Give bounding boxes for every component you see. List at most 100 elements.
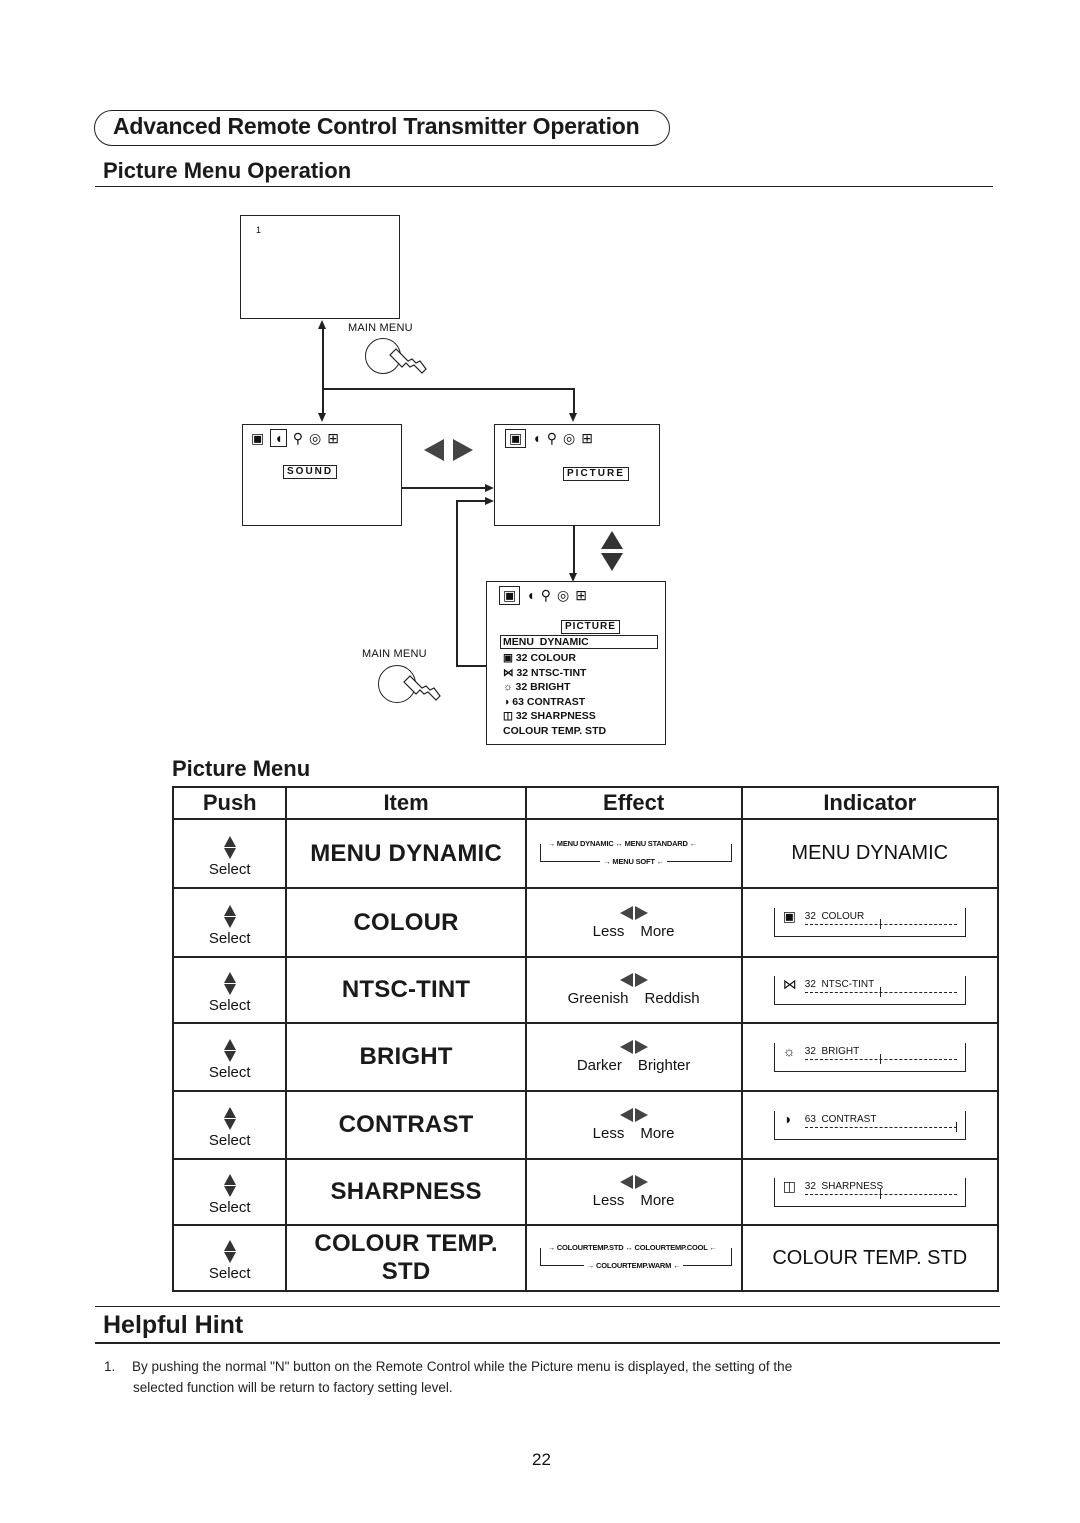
column-header-item: Item — [285, 786, 527, 820]
item-label: CONTRAST — [338, 1111, 474, 1138]
effect-cycle-diagram: → MENU DYNAMIC ↔ MENU STANDARD ← → MENU … — [534, 837, 734, 871]
sharpness-icon: ◫ — [503, 710, 513, 722]
menu-icon-row: ▣ ◖ ⚲ ◎ ⊞ — [499, 586, 593, 605]
select-label: Select — [208, 1265, 251, 1282]
indicator-text: COLOUR TEMP. STD — [772, 1246, 968, 1269]
indicator-cell: ☼ 32 BRIGHT — [740, 1022, 1000, 1092]
sound-icon: ◖ — [532, 430, 541, 446]
item-label: COLOUR TEMP. STD — [314, 1230, 498, 1285]
down-arrow-icon — [223, 1119, 236, 1130]
column-header-effect: Effect — [524, 786, 743, 820]
effect-cell: Greenish Reddish — [524, 956, 743, 1024]
setup-icon: ⚲ — [546, 430, 557, 446]
colour-icon: ▣ — [503, 652, 513, 664]
bright-icon: ☼ — [503, 681, 513, 693]
item-cell: MENU DYNAMIC — [285, 818, 527, 889]
up-arrow-icon — [223, 1107, 236, 1118]
list-item: ◑ 63 CONTRAST — [503, 695, 586, 708]
indicator-value: 32 COLOUR — [804, 911, 865, 922]
indicator-bar: ◑ 63 CONTRAST — [773, 1110, 966, 1140]
picture-menu-heading: Picture Menu — [172, 756, 311, 781]
push-cell: Select — [171, 1090, 288, 1160]
hint-top-rule — [95, 1306, 1000, 1307]
indicator-scale — [804, 1126, 957, 1128]
menu-tag-sound: SOUND — [283, 465, 338, 479]
menu-tag-picture: PICTURE — [561, 620, 620, 634]
list-item: ◫ 32 SHARPNESS — [503, 710, 596, 722]
tint-icon: ⋈ — [782, 975, 797, 992]
picture-menu-table: Push Item Effect Indicator Select MENU D… — [171, 786, 1000, 1292]
push-cell: Select — [171, 956, 288, 1024]
effect-cell: → MENU DYNAMIC ↔ MENU STANDARD ← → MENU … — [524, 818, 743, 889]
picture-icon: ▣ — [499, 586, 521, 605]
flow-line — [322, 328, 324, 416]
right-arrow-icon — [634, 973, 648, 987]
arrow-right-icon — [485, 484, 494, 492]
sound-icon: ◖ — [270, 429, 287, 447]
tv-screen-normal: 1 — [240, 215, 400, 319]
indicator-bar: ⋈ 32 NTSC-TINT — [773, 975, 966, 1005]
select-label: Select — [208, 860, 251, 878]
channel-number: 1 — [256, 225, 262, 235]
indicator-level-mark — [955, 1121, 958, 1132]
hint-line-2: selected function will be return to fact… — [133, 1380, 453, 1395]
push-cell: Select — [171, 818, 288, 889]
down-arrow-icon — [601, 553, 623, 571]
indicator-cell: COLOUR TEMP. STD — [740, 1224, 1000, 1292]
item-label: BRIGHT — [359, 1043, 453, 1070]
lock-icon: ⊞ — [581, 430, 593, 446]
setup-icon: ⚲ — [292, 430, 303, 446]
down-arrow-icon — [223, 847, 236, 859]
selected-menu-mode: MENU DYNAMIC — [500, 635, 658, 649]
push-cell: Select — [171, 1022, 288, 1092]
effect-right-label: More — [640, 1125, 675, 1142]
right-arrow-icon — [634, 1108, 648, 1122]
flow-line — [456, 500, 488, 502]
effect-right-label: More — [640, 1192, 675, 1209]
page-subheading: Picture Menu Operation — [103, 158, 352, 183]
indicator-value: 32 NTSC-TINT — [804, 978, 875, 990]
flow-line — [573, 526, 575, 576]
tv-screen-sound-menu: ▣ ◖ ⚲ ◎ ⊞ SOUND — [242, 424, 402, 526]
down-arrow-icon — [223, 984, 236, 995]
indicator-bar: ◫ 32 SHARPNESS — [773, 1177, 966, 1207]
table-header-row: Push Item Effect Indicator — [171, 786, 1000, 820]
indicator-level-mark — [879, 1188, 882, 1199]
indicator-level-mark — [879, 919, 882, 929]
hint-line-1: By pushing the normal "N" button on the … — [132, 1359, 793, 1374]
bright-icon: ☼ — [782, 1042, 796, 1059]
tint-icon: ⋈ — [503, 666, 514, 679]
right-arrow-icon — [634, 1175, 648, 1189]
hint-bottom-rule — [95, 1342, 1000, 1344]
timer-icon: ◎ — [556, 587, 570, 603]
push-cell: Select — [171, 887, 288, 958]
indicator-value: 63 CONTRAST — [804, 1113, 877, 1125]
push-cell: Select — [171, 1224, 288, 1292]
flow-line — [456, 665, 486, 667]
timer-icon: ◎ — [562, 430, 576, 446]
table-row: Select BRIGHT Darker Brighter ☼ 32 BRIGHT — [171, 1022, 1000, 1092]
page-number: 22 — [532, 1450, 551, 1469]
hint-title: Helpful Hint — [103, 1311, 244, 1339]
down-arrow-icon — [223, 1186, 236, 1197]
effect-cycle-diagram: → COLOURTEMP.STD ↔ COLOURTEMP.COOL ← → C… — [534, 1241, 734, 1275]
table-row: Select NTSC-TINT Greenish Reddish ⋈ 32 NT… — [171, 956, 1000, 1024]
item-cell: SHARPNESS — [285, 1158, 527, 1226]
indicator-cell: ◑ 63 CONTRAST — [740, 1090, 1000, 1160]
select-label: Select — [208, 1132, 251, 1149]
item-label: SHARPNESS — [330, 1178, 482, 1205]
up-arrow-icon — [223, 1174, 236, 1185]
menu-icon-row: ▣ ◖ ⚲ ◎ ⊞ — [251, 429, 345, 448]
indicator-text: MENU DYNAMIC — [791, 842, 949, 864]
item-cell: NTSC-TINT — [285, 956, 527, 1024]
effect-cell: Darker Brighter — [524, 1022, 743, 1092]
picture-icon: ▣ — [505, 429, 527, 448]
list-item: ☼ 32 BRIGHT — [503, 681, 571, 693]
effect-right-label: More — [640, 922, 675, 940]
indicator-value: 32 BRIGHT — [804, 1045, 860, 1057]
setup-icon: ⚲ — [540, 587, 551, 603]
effect-left-label: Less — [592, 1125, 625, 1142]
indicator-cell: ◫ 32 SHARPNESS — [740, 1158, 1000, 1226]
effect-left-label: Greenish — [567, 990, 629, 1007]
list-item-colour-temp: COLOUR TEMP. STD — [503, 724, 607, 737]
